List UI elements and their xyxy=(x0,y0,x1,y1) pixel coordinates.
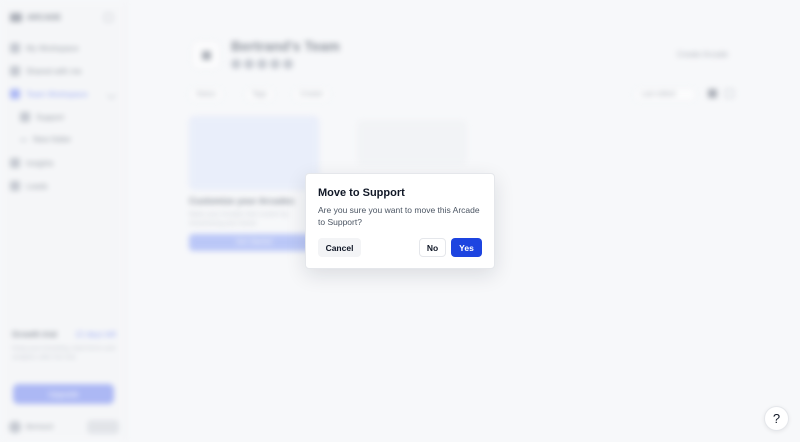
no-button[interactable]: No xyxy=(419,238,446,257)
dialog-title: Move to Support xyxy=(318,187,405,199)
chevron-down-icon[interactable] xyxy=(106,89,117,100)
chart-icon xyxy=(10,158,20,168)
get-started-button[interactable]: Get Started xyxy=(189,234,319,251)
move-to-support-dialog: Move to Support Are you sure you want to… xyxy=(305,173,495,269)
sidebar-item-label: Insights xyxy=(26,158,54,168)
sidebar-item-label: New folder xyxy=(33,135,72,144)
yes-button[interactable]: Yes xyxy=(451,238,482,257)
sidebar-item-my-workspace[interactable]: My Workspace xyxy=(10,43,79,53)
team-members[interactable] xyxy=(231,59,293,69)
user-menu[interactable]: Bertrand xyxy=(9,421,53,433)
upsell-link[interactable]: 12 days left xyxy=(75,330,116,339)
logo-text: ARCADE xyxy=(27,13,62,22)
arcade-logo-icon xyxy=(10,13,22,22)
create-arcade-button[interactable]: Create Arcade xyxy=(677,50,728,59)
sidebar-item-label: Shared with me xyxy=(26,66,82,76)
question-mark-icon: ? xyxy=(772,411,781,426)
sidebar-item-new-folder[interactable]: New folder xyxy=(20,135,71,144)
help-button[interactable]: ? xyxy=(764,406,789,431)
dialog-actions: Cancel No Yes xyxy=(318,238,482,257)
avatar xyxy=(9,421,21,433)
logo: ARCADE xyxy=(10,13,61,22)
upsell-body: Keep your branding, lead forms and analy… xyxy=(12,345,116,361)
sidebar-item-team-workspace[interactable]: Team Workspace xyxy=(10,89,88,99)
member-avatar xyxy=(257,59,267,69)
trial-upsell: Growth trial 12 days left Keep your bran… xyxy=(12,330,116,362)
member-avatar xyxy=(283,59,293,69)
cancel-button[interactable]: Cancel xyxy=(318,238,361,257)
list-view-icon[interactable] xyxy=(725,89,734,98)
sidebar-item-insights[interactable]: Insights xyxy=(10,158,54,168)
page-title: Bertrand's Team xyxy=(231,38,340,54)
plus-icon xyxy=(20,138,27,141)
user-name: Bertrand xyxy=(26,423,53,431)
inbox-icon xyxy=(10,66,20,76)
upgrade-button[interactable]: Upgrade xyxy=(13,384,114,404)
sidebar-item-label: Leads xyxy=(26,181,48,191)
member-avatar xyxy=(231,59,241,69)
card-thumbnail xyxy=(189,116,319,190)
filter-creator[interactable]: Creator xyxy=(293,87,331,102)
workspace-icon xyxy=(10,43,20,53)
folder-icon xyxy=(20,112,30,122)
grid-view-icon[interactable] xyxy=(708,89,717,98)
onboarding-card: Customize your Arcades Make your Arcades… xyxy=(189,116,319,256)
member-avatar xyxy=(244,59,254,69)
sidebar-item-label: Team Workspace xyxy=(26,89,88,99)
invite-button[interactable] xyxy=(87,420,119,434)
sidebar-item-label: Support xyxy=(36,112,65,122)
collapse-sidebar-icon[interactable] xyxy=(104,13,113,22)
sidebar: ARCADE My Workspace Shared with me Team … xyxy=(0,0,126,442)
sort-select[interactable]: Last edited xyxy=(634,87,696,102)
member-avatar xyxy=(270,59,280,69)
sidebar-item-support[interactable]: Support xyxy=(20,112,64,122)
users-icon xyxy=(10,181,20,191)
team-avatar-icon xyxy=(191,40,221,70)
card-title: Customize your Arcades xyxy=(189,196,295,206)
filter-status[interactable]: Status xyxy=(189,87,223,102)
sidebar-item-label: My Workspace xyxy=(26,43,79,53)
sidebar-item-leads[interactable]: Leads xyxy=(10,181,48,191)
card-description: Make your Arcades feel custom by showcas… xyxy=(189,211,289,227)
dialog-message: Are you sure you want to move this Arcad… xyxy=(318,205,480,227)
team-icon xyxy=(10,89,20,99)
arcade-placeholder xyxy=(357,120,467,165)
sidebar-item-shared[interactable]: Shared with me xyxy=(10,66,82,76)
upsell-title: Growth trial xyxy=(12,330,57,339)
filter-tags[interactable]: Tags xyxy=(245,87,274,102)
